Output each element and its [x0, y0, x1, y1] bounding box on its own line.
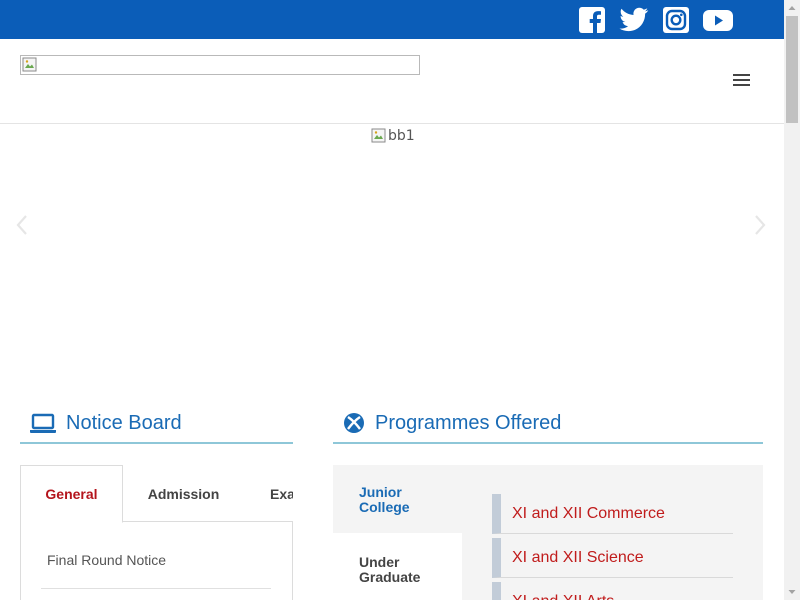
- site-logo[interactable]: [20, 55, 420, 75]
- facebook-icon[interactable]: [578, 7, 606, 33]
- page-scrollbar[interactable]: [784, 0, 800, 600]
- twitter-icon[interactable]: [619, 7, 649, 33]
- youtube-icon[interactable]: [703, 7, 733, 33]
- slider-prev-arrow-icon[interactable]: [14, 214, 30, 236]
- course-item-arts[interactable]: XI and XII Arts: [492, 582, 733, 600]
- page: bb1 Notice Board Programmes Offered Gene…: [0, 0, 784, 600]
- notice-list: Final Round Notice: [20, 522, 293, 600]
- slide-image-alt: bb1: [388, 128, 415, 144]
- slide-image: bb1: [371, 126, 415, 146]
- hero-slider: bb1: [0, 124, 784, 374]
- broken-image-icon: [22, 57, 37, 72]
- top-social-bar: [0, 0, 784, 39]
- tab-under-graduate[interactable]: Under Graduate: [333, 533, 462, 600]
- notice-board-panel: General Admission Exa Final Round Notice: [20, 465, 293, 600]
- programmes-heading: Programmes Offered: [333, 404, 763, 444]
- tab-junior-college-label: Junior College: [359, 484, 410, 515]
- tab-junior-college[interactable]: Junior College: [333, 465, 462, 533]
- scroll-down-arrow-icon[interactable]: [784, 584, 800, 600]
- tab-under-graduate-label: Under Graduate: [359, 554, 421, 585]
- scroll-up-arrow-icon[interactable]: [784, 0, 800, 16]
- xbox-icon: [343, 411, 365, 435]
- notice-tabs: General Admission Exa: [20, 465, 293, 523]
- hamburger-menu-icon[interactable]: [733, 74, 751, 88]
- notice-board-heading: Notice Board: [20, 404, 293, 444]
- notice-item[interactable]: Final Round Notice: [47, 552, 166, 568]
- tab-admission[interactable]: Admission: [131, 465, 236, 522]
- tab-general[interactable]: General: [20, 465, 123, 523]
- notice-divider: [41, 588, 271, 589]
- laptop-icon: [30, 411, 56, 435]
- notice-board-title: Notice Board: [66, 411, 182, 434]
- broken-image-icon: [371, 128, 386, 143]
- slider-next-arrow-icon[interactable]: [752, 214, 768, 236]
- instagram-icon[interactable]: [662, 7, 690, 33]
- scrollbar-thumb[interactable]: [786, 16, 798, 123]
- site-header: [0, 39, 784, 124]
- programmes-panel: Junior College Under Graduate XI and XII…: [333, 465, 763, 600]
- programmes-title: Programmes Offered: [375, 411, 562, 434]
- course-item-commerce[interactable]: XI and XII Commerce: [492, 494, 733, 534]
- tab-exam[interactable]: Exa: [270, 465, 293, 522]
- course-item-science[interactable]: XI and XII Science: [492, 538, 733, 578]
